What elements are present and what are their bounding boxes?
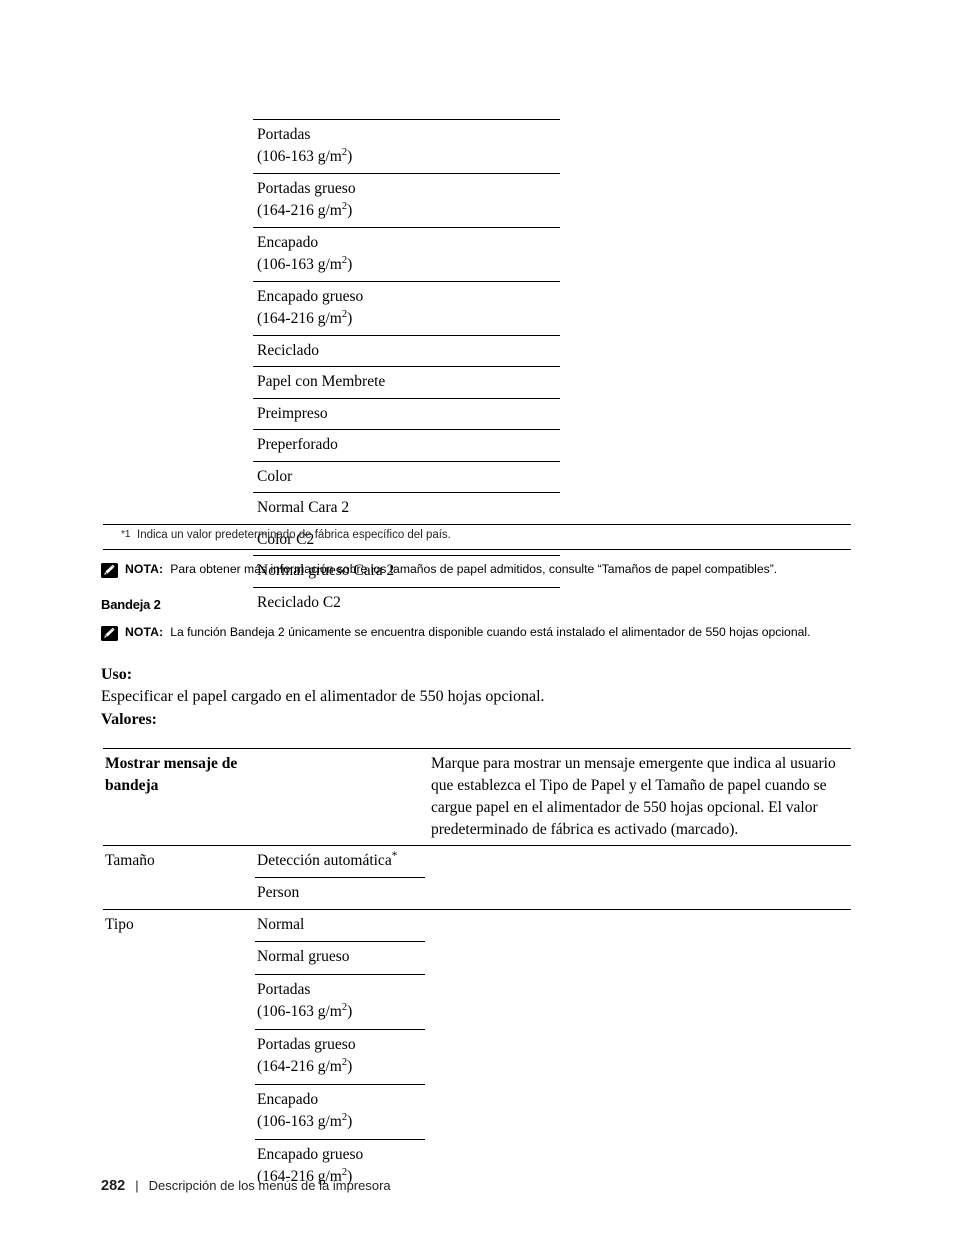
table-row: Encapado grueso (164-216 g/m2) — [253, 280, 560, 335]
uso-label: Uso: — [101, 666, 133, 683]
value-line-1: Encapado grueso — [257, 1145, 364, 1163]
table-row: Portadas grueso (164-216 g/m2) — [253, 172, 560, 227]
value-line-1: Portadas grueso — [257, 1035, 356, 1053]
cell-line-1: Portadas grueso — [257, 179, 356, 197]
table-row: Reciclado C2 — [253, 586, 560, 618]
page-footer: 282 | Descripción de los menús de la imp… — [101, 1178, 391, 1194]
bandeja-2-values-table: Mostrar mensaje de bandeja Marque para m… — [103, 748, 851, 1193]
subrow-spacer — [103, 1029, 255, 1083]
table-row: Normal Cara 2 — [253, 492, 560, 523]
cell-line-2: (106-163 g/m2) — [257, 255, 353, 274]
table-subrow: Normal grueso — [103, 940, 851, 972]
table-subrow: Portadas (106-163 g/m2) — [103, 973, 851, 1028]
cell-line-2: (106-163 g/m2) — [257, 147, 353, 166]
row-value: Portadas grueso (164-216 g/m2) — [255, 1028, 425, 1083]
row-value: Portadas (106-163 g/m2) — [255, 973, 425, 1028]
footnote-marker: *1 — [121, 529, 131, 540]
value-line-2: (106-163 g/m2) — [257, 1002, 353, 1021]
row-label: Mostrar mensaje de bandeja — [103, 749, 255, 845]
section-heading-bandeja-2: Bandeja 2 — [101, 597, 161, 612]
subrow-spacer — [103, 877, 255, 908]
note-block: NOTA: La función Bandeja 2 únicamente se… — [101, 625, 876, 641]
footer-title: Descripción de los menús de la impresora — [148, 1178, 391, 1193]
row-value: Normal — [257, 915, 305, 933]
cell-line-1: Papel con Membrete — [257, 373, 386, 391]
cell-line-1: Encapado grueso — [257, 287, 364, 305]
table-subrow: Person — [103, 876, 851, 908]
cell-line-1: Portadas — [257, 126, 311, 143]
footnote: *1 Indica un valor predeterminado de fábr… — [103, 524, 851, 550]
row-description: Marque para mostrar un mensaje emergente… — [431, 755, 836, 838]
value-line-1: Encapado — [257, 1090, 319, 1108]
cell-line-1: Preperforado — [257, 436, 338, 454]
note-text: Para obtener más información sobre los t… — [170, 562, 778, 576]
footnote-text: Indica un valor predeterminado de fábric… — [137, 529, 451, 541]
value-line-2: (106-163 g/m2) — [257, 1112, 353, 1131]
note-label: NOTA: — [125, 625, 164, 639]
table-row: Tamaño Detección automática* — [103, 845, 851, 876]
table-row: Preperforado — [253, 429, 560, 460]
cell-line-1: Reciclado C2 — [257, 593, 341, 611]
cell-line-1: Normal Cara 2 — [257, 499, 350, 517]
pencil-note-icon — [101, 626, 118, 641]
table-row: Reciclado — [253, 334, 560, 366]
subrow-spacer-right — [425, 974, 851, 1028]
value-line-2: (164-216 g/m2) — [257, 1057, 353, 1076]
subrow-spacer-right — [425, 1139, 851, 1193]
row-value: Encapado (106-163 g/m2) — [255, 1083, 425, 1138]
cell-line-2: (164-216 g/m2) — [257, 201, 353, 220]
row-value: Person — [255, 877, 425, 908]
label-line-1: Mostrar mensaje de — [105, 755, 238, 772]
cell-line-1: Reciclado — [257, 341, 319, 359]
uso-text: Especificar el papel cargado en el alime… — [101, 688, 545, 705]
table-subrow: Encapado (106-163 g/m2) — [103, 1083, 851, 1138]
pencil-note-icon — [101, 563, 118, 578]
page-number: 282 — [101, 1178, 126, 1194]
row-description-empty — [425, 910, 851, 940]
cell-line-1: Preimpreso — [257, 404, 328, 422]
subrow-spacer — [103, 1084, 255, 1138]
cell-line-1: Encapado — [257, 233, 319, 251]
row-label: Tamaño — [105, 852, 155, 869]
cell-line-1: Color — [257, 467, 293, 485]
row-value: Normal grueso — [255, 941, 425, 972]
row-value: Detección automática* — [257, 849, 398, 869]
label-line-2: bandeja — [105, 777, 159, 795]
subrow-spacer-right — [425, 877, 851, 908]
subrow-spacer-right — [425, 941, 851, 972]
subrow-spacer-right — [425, 1084, 851, 1138]
value-line-1: Portadas — [257, 980, 311, 998]
table-row: Portadas (106-163 g/m2) — [253, 119, 560, 173]
table-row: Mostrar mensaje de bandeja Marque para m… — [103, 748, 851, 845]
document-page: Portadas (106-163 g/m2) Portadas grueso … — [0, 0, 954, 1235]
table-row: Encapado (106-163 g/m2) — [253, 226, 560, 281]
subrow-spacer — [103, 974, 255, 1028]
table-row: Papel con Membrete — [253, 366, 560, 397]
row-label: Tipo — [105, 915, 134, 933]
cell-line-2: (164-216 g/m2) — [257, 309, 353, 328]
note-block: NOTA: Para obtener más información sobre… — [101, 562, 861, 578]
table-subrow: Portadas grueso (164-216 g/m2) — [103, 1028, 851, 1083]
footnote-ref-icon: * — [391, 849, 398, 862]
footer-divider: | — [135, 1178, 139, 1193]
subrow-spacer — [103, 941, 255, 972]
value-line-1: Normal grueso — [257, 948, 350, 966]
valores-label: Valores: — [101, 711, 157, 728]
table-row: Color — [253, 460, 560, 492]
row-description-empty — [425, 846, 851, 876]
note-label: NOTA: — [125, 562, 164, 576]
note-text: La función Bandeja 2 únicamente se encue… — [170, 625, 811, 639]
subrow-spacer-right — [425, 1029, 851, 1083]
table-row: Preimpreso — [253, 397, 560, 429]
row-value-empty — [255, 749, 425, 845]
table-row: Tipo Normal — [103, 908, 851, 940]
